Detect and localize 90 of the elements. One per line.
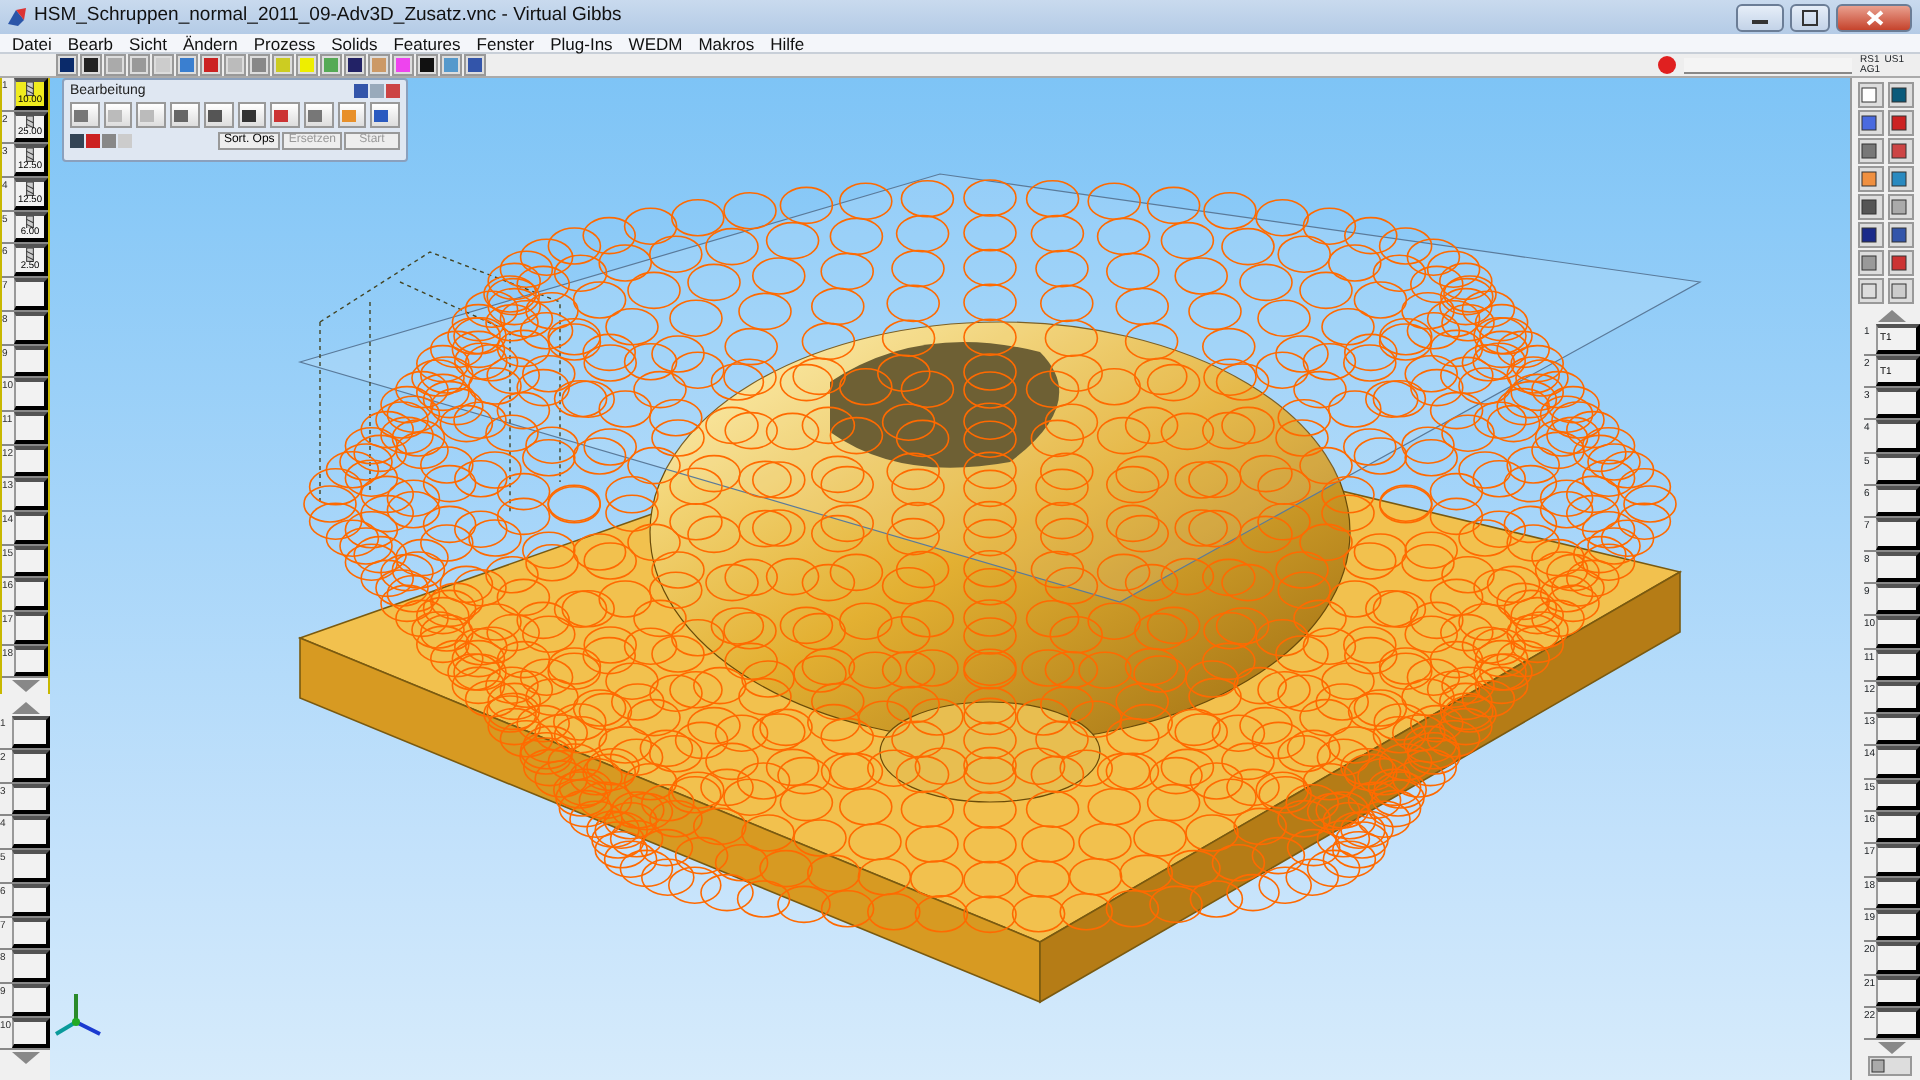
toolbar-button[interactable]: [416, 54, 438, 76]
minimize-button[interactable]: [1736, 3, 1784, 31]
material-slot[interactable]: [12, 1017, 50, 1049]
menu-item[interactable]: Hilfe: [762, 33, 813, 53]
process-slot[interactable]: [1876, 746, 1920, 778]
process-slot[interactable]: [1876, 486, 1920, 517]
restore-icon: [1802, 9, 1818, 25]
menu-item[interactable]: Plug-Ins: [542, 33, 621, 53]
operation-button[interactable]: [170, 102, 200, 128]
tool-slot[interactable]: [14, 378, 48, 410]
tool-slot[interactable]: [14, 445, 48, 477]
drill-icon: [24, 248, 36, 263]
process-slot[interactable]: [1876, 681, 1920, 713]
material-slot[interactable]: [12, 783, 50, 815]
stop-icon: [1658, 56, 1676, 74]
process-slot[interactable]: [1876, 877, 1920, 908]
drill-icon: [24, 115, 36, 129]
process-slot[interactable]: [1876, 844, 1920, 876]
tool-slot[interactable]: [14, 345, 48, 377]
drill-icon: [24, 148, 36, 163]
axis-triad-icon: [54, 994, 101, 1036]
drill-icon: [24, 82, 36, 96]
side-button[interactable]: [1858, 110, 1884, 136]
menu-item[interactable]: Solids: [323, 33, 386, 53]
process-slot[interactable]: [1876, 583, 1920, 615]
tool-slot[interactable]: [14, 278, 48, 310]
material-slot[interactable]: [12, 883, 50, 915]
toolbar-button[interactable]: [80, 54, 102, 76]
side-button[interactable]: [1888, 222, 1914, 248]
close-button[interactable]: [1836, 3, 1912, 31]
process-slot[interactable]: [1876, 616, 1920, 648]
tool-slot[interactable]: [14, 478, 48, 510]
operation-button[interactable]: [203, 102, 234, 128]
process-slot[interactable]: [1876, 975, 1920, 1006]
operation-button[interactable]: [370, 102, 401, 128]
side-button[interactable]: [1858, 194, 1884, 220]
side-button[interactable]: [1888, 250, 1914, 276]
menu-item[interactable]: Ändern: [174, 33, 246, 53]
side-button[interactable]: [1858, 138, 1884, 164]
process-slot[interactable]: [1876, 812, 1920, 843]
menu-item[interactable]: WEDM: [620, 33, 691, 53]
menu-item[interactable]: Makros: [690, 33, 763, 53]
material-slot[interactable]: [12, 816, 50, 849]
material-slot[interactable]: [12, 716, 50, 749]
material-slot[interactable]: [12, 917, 50, 949]
process-slot[interactable]: [1876, 453, 1920, 485]
menu-item[interactable]: Features: [385, 33, 469, 53]
process-slot[interactable]: [1876, 388, 1920, 419]
document-icon: [1870, 1057, 1886, 1074]
material-slot[interactable]: [12, 950, 50, 982]
process-slot[interactable]: [1876, 909, 1920, 941]
side-button[interactable]: [1888, 166, 1914, 192]
process-slot[interactable]: [1876, 1007, 1920, 1039]
process-slot[interactable]: [1876, 714, 1920, 745]
process-slot[interactable]: [1876, 420, 1920, 452]
menu-item[interactable]: Fenster: [468, 33, 543, 53]
tool-slot[interactable]: [14, 578, 48, 610]
drill-icon: [24, 215, 36, 229]
app-icon: [6, 6, 28, 28]
tool-slot[interactable]: [14, 411, 48, 444]
panel-button[interactable]: [1868, 1055, 1912, 1077]
window-title: HSM_Schruppen_normal_2011_09-Adv3D_Zusatz.vnc - Virtual Gibbs: [34, 2, 622, 31]
tool-slot[interactable]: [14, 645, 48, 677]
side-button[interactable]: [1888, 110, 1914, 136]
process-slot[interactable]: [1876, 649, 1920, 680]
toolbar-button[interactable]: [56, 54, 78, 76]
side-button[interactable]: [1888, 138, 1914, 164]
process-slot[interactable]: [1876, 942, 1920, 973]
process-slot[interactable]: [1876, 518, 1920, 550]
side-button[interactable]: [1858, 250, 1884, 276]
menu-item[interactable]: Bearb: [59, 33, 122, 53]
material-slot[interactable]: [12, 983, 50, 1016]
menu-item[interactable]: Datei: [4, 33, 60, 53]
tool-slot[interactable]: [14, 545, 48, 577]
process-slot[interactable]: [1876, 551, 1920, 582]
toolbar-button[interactable]: [344, 54, 366, 76]
drill-icon: [24, 182, 36, 196]
tool-slot[interactable]: [14, 511, 48, 544]
material-slot[interactable]: [12, 850, 50, 882]
tool-slot[interactable]: [14, 311, 48, 343]
menu-item[interactable]: Sicht: [121, 33, 175, 53]
side-button[interactable]: [1858, 222, 1884, 248]
menu-item[interactable]: Prozess: [245, 33, 324, 53]
material-slot[interactable]: [12, 750, 50, 782]
tool-slot[interactable]: [14, 612, 48, 644]
restore-button[interactable]: [1790, 3, 1830, 31]
close-icon: [1865, 9, 1883, 25]
side-button[interactable]: [1888, 82, 1914, 108]
process-slot[interactable]: [1876, 779, 1920, 811]
operation-button[interactable]: [237, 102, 267, 128]
